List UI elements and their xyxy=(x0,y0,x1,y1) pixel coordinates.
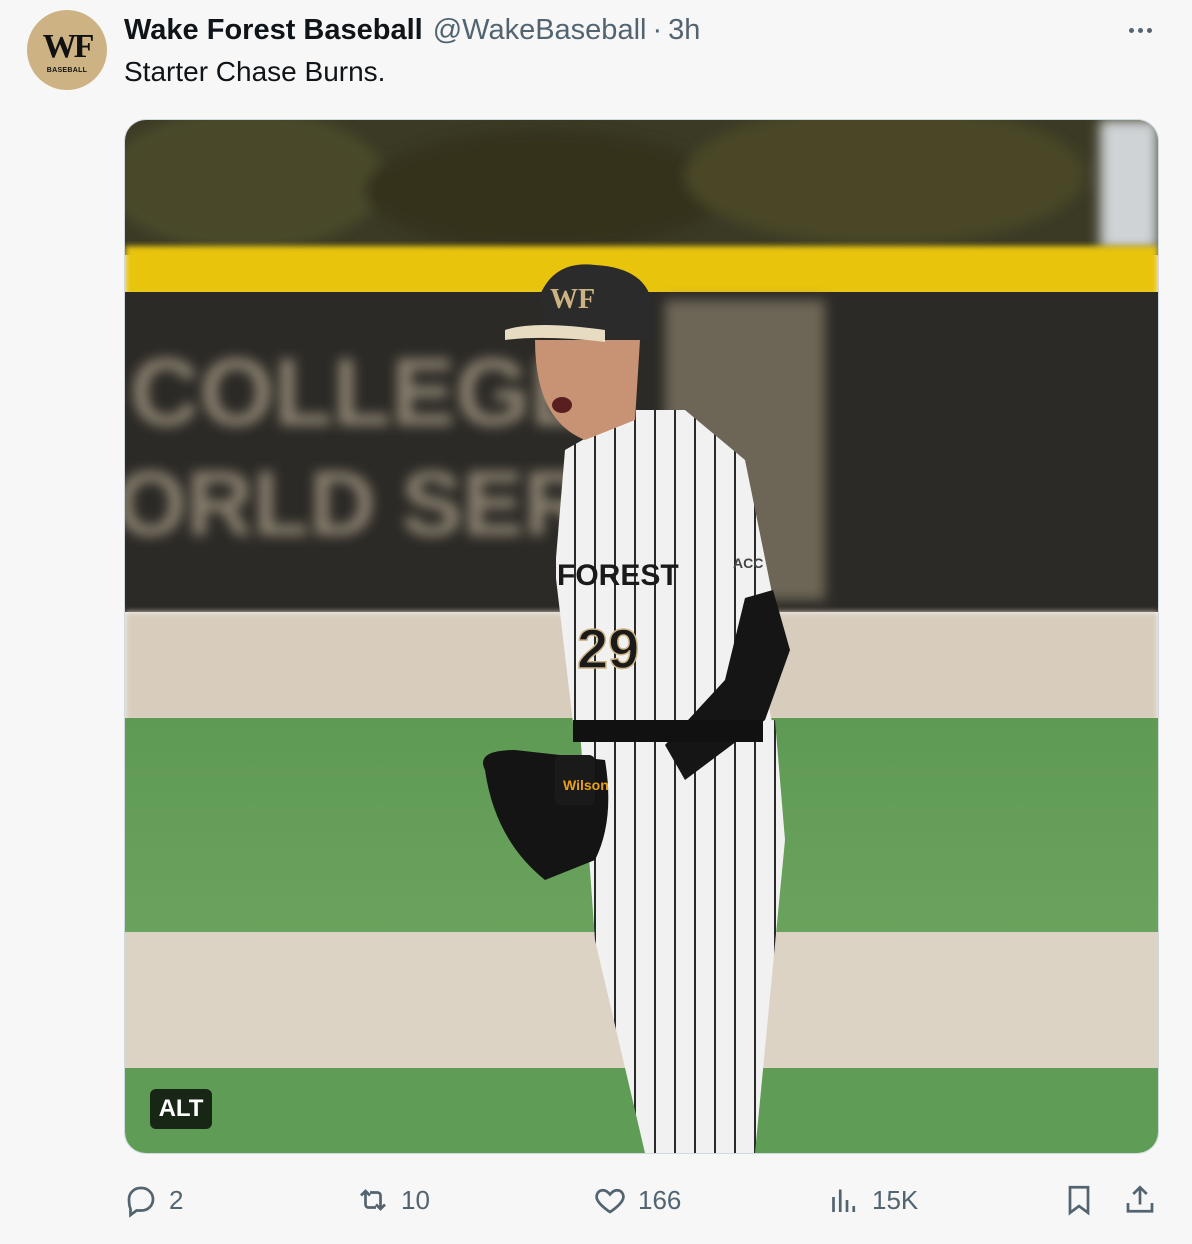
timestamp[interactable]: 3h xyxy=(668,14,700,47)
photo-baseball-pitcher: COLLEGE ORLD SERIES Wilson WF FOREST 29 … xyxy=(125,120,1158,1153)
retweet-button[interactable]: 10 xyxy=(355,1176,430,1224)
views-count: 15K xyxy=(872,1184,919,1215)
tweet[interactable]: WF BASEBALL Wake Forest Baseball @WakeBa… xyxy=(0,0,1192,1244)
separator: · xyxy=(652,13,663,46)
tweet-header: Wake Forest Baseball @WakeBaseball · 3h xyxy=(124,12,700,48)
author-name[interactable]: Wake Forest Baseball xyxy=(124,14,423,47)
like-count: 166 xyxy=(638,1184,682,1215)
action-bar: 2 10 166 15K xyxy=(0,1176,1192,1224)
retweet-icon xyxy=(360,1189,386,1211)
glove-text: Wilson xyxy=(563,777,609,793)
alt-text-button[interactable]: ALT xyxy=(150,1089,212,1129)
bookmark-button[interactable] xyxy=(1061,1176,1097,1224)
sleeve-text: ACC xyxy=(733,555,763,571)
jersey-text: FOREST xyxy=(557,559,679,592)
jersey-number: 29 xyxy=(577,617,639,680)
bookmark-icon xyxy=(1068,1185,1090,1216)
retweet-count: 10 xyxy=(401,1184,430,1215)
share-button[interactable] xyxy=(1122,1176,1158,1224)
avatar-subtitle: BASEBALL xyxy=(46,67,88,74)
share-icon xyxy=(1126,1185,1154,1213)
avatar[interactable]: WF BASEBALL xyxy=(27,10,107,90)
avatar-monogram: WF xyxy=(42,28,95,65)
views-icon xyxy=(832,1189,856,1212)
reply-count: 2 xyxy=(169,1184,184,1215)
tweet-text: Starter Chase Burns. xyxy=(124,56,386,87)
reply-icon xyxy=(127,1186,155,1218)
author-handle[interactable]: @WakeBaseball xyxy=(433,14,647,47)
heart-icon xyxy=(595,1188,625,1214)
cap-logo: WF xyxy=(550,284,595,315)
tweet-photo[interactable]: COLLEGE ORLD SERIES Wilson WF FOREST 29 … xyxy=(124,119,1159,1154)
like-button[interactable]: 166 xyxy=(592,1176,681,1224)
wall-text-1: COLLEGE xyxy=(130,339,594,446)
more-icon[interactable] xyxy=(1124,18,1156,42)
views-button[interactable]: 15K xyxy=(826,1176,918,1224)
reply-button[interactable]: 2 xyxy=(123,1176,183,1224)
